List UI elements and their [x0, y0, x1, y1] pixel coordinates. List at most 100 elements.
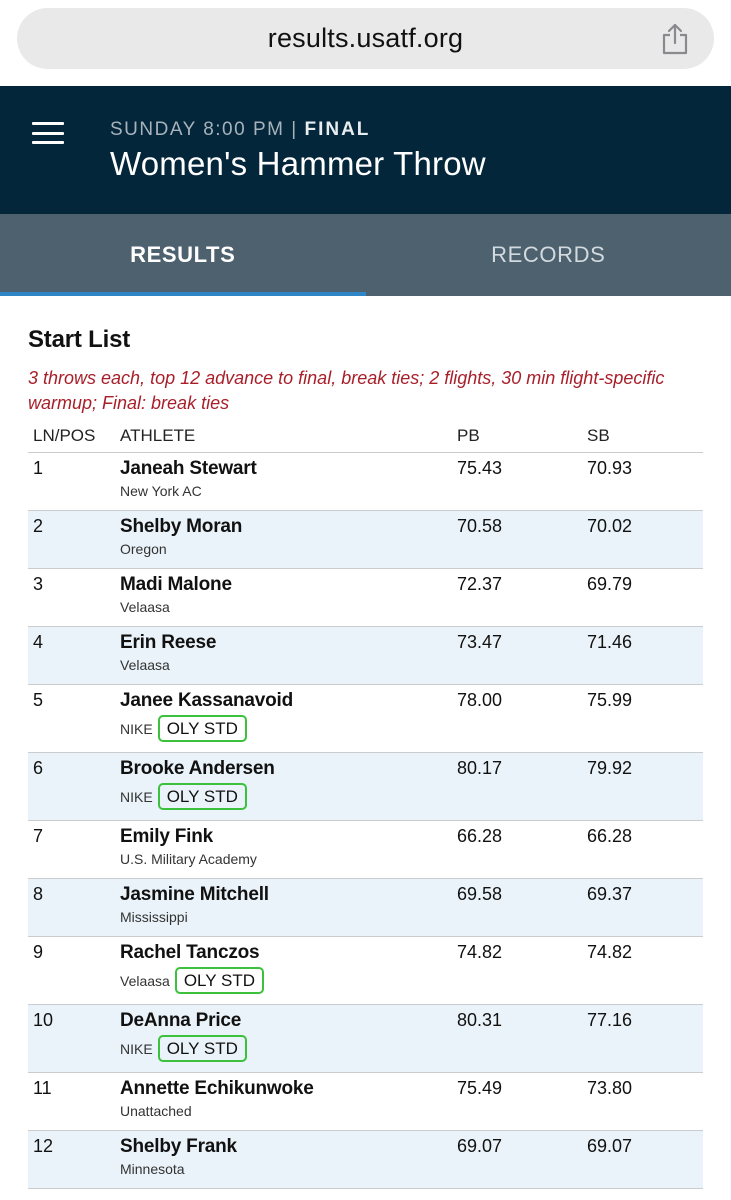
event-status: FINAL — [304, 119, 371, 140]
athlete-cell: Madi Malone Velaasa — [120, 569, 457, 626]
athlete-name[interactable]: Annette Echikunwoke — [120, 1078, 457, 1100]
table-row[interactable]: 2 Shelby Moran Oregon 70.58 70.02 — [28, 511, 703, 569]
season-best: 69.79 — [587, 574, 633, 594]
athlete-cell: Erin Reese Velaasa — [120, 627, 457, 684]
personal-best: 66.28 — [457, 826, 503, 846]
athlete-name[interactable]: Erin Reese — [120, 632, 457, 654]
athlete-cell: Emily Fink U.S. Military Academy — [120, 821, 457, 878]
athlete-affiliation: Velaasa — [120, 599, 457, 615]
personal-best: 80.17 — [457, 758, 503, 778]
oly-std-badge: OLY STD — [157, 1035, 247, 1062]
active-tab-indicator — [0, 292, 366, 296]
event-header: SUNDAY 8:00 PM | FINAL Women's Hammer Th… — [0, 86, 731, 214]
table-row[interactable]: 3 Madi Malone Velaasa 72.37 69.79 — [28, 569, 703, 627]
athlete-cell: Janee Kassanavoid NIKE OLY STD — [120, 685, 457, 752]
athlete-name[interactable]: Emily Fink — [120, 826, 457, 848]
event-heading: SUNDAY 8:00 PM | FINAL Women's Hammer Th… — [110, 119, 486, 183]
lane-position: 12 — [33, 1136, 54, 1156]
lane-position: 11 — [33, 1078, 52, 1098]
athlete-cell: Shelby Moran Oregon — [120, 511, 457, 568]
personal-best: 72.37 — [457, 574, 503, 594]
athlete-affiliation: NIKE OLY STD — [120, 715, 457, 742]
athlete-cell: Shelby Frank Minnesota — [120, 1131, 457, 1188]
athlete-cell: Jasmine Mitchell Mississippi — [120, 879, 457, 936]
lane-position: 8 — [33, 884, 44, 904]
season-best: 74.82 — [587, 942, 633, 962]
season-best: 70.02 — [587, 516, 633, 536]
table-row[interactable]: 5 Janee Kassanavoid NIKE OLY STD 78.00 75.99 — [28, 685, 703, 753]
table-row[interactable]: 6 Brooke Andersen NIKE OLY STD 80.17 79.92 — [28, 753, 703, 821]
event-time: SUNDAY 8:00 PM | — [110, 119, 298, 140]
table-row[interactable]: 4 Erin Reese Velaasa 73.47 71.46 — [28, 627, 703, 685]
table-row[interactable]: 9 Rachel Tanczos Velaasa OLY STD 74.82 74.82 — [28, 937, 703, 1005]
format-note: 3 throws each, top 12 advance to final, … — [28, 368, 665, 413]
personal-best: 74.82 — [457, 942, 503, 962]
event-title: Women's Hammer Throw — [110, 145, 486, 182]
season-best: 69.07 — [587, 1136, 633, 1156]
lane-position: 7 — [33, 826, 44, 846]
athlete-affiliation: Mississippi — [120, 909, 457, 925]
athlete-team: New York AC — [120, 483, 202, 499]
table-row[interactable]: 12 Shelby Frank Minnesota 69.07 69.07 — [28, 1131, 703, 1189]
table-row[interactable]: 1 Janeah Stewart New York AC 75.43 70.93 — [28, 453, 703, 511]
athlete-name[interactable]: Janee Kassanavoid — [120, 690, 457, 712]
athlete-team: Velaasa — [120, 972, 170, 989]
athlete-name[interactable]: Shelby Frank — [120, 1136, 457, 1158]
lane-position: 1 — [33, 458, 44, 478]
athlete-affiliation: Velaasa OLY STD — [120, 967, 457, 994]
season-best: 69.37 — [587, 884, 633, 904]
season-best: 70.93 — [587, 458, 633, 478]
column-header-sb: SB — [587, 425, 610, 445]
athlete-team: Mississippi — [120, 909, 188, 925]
athlete-name[interactable]: DeAnna Price — [120, 1010, 457, 1032]
athlete-name[interactable]: Brooke Andersen — [120, 758, 457, 780]
athlete-team: Velaasa — [120, 599, 170, 615]
athlete-name[interactable]: Janeah Stewart — [120, 458, 457, 480]
athlete-team: Oregon — [120, 541, 167, 557]
athlete-name[interactable]: Jasmine Mitchell — [120, 884, 457, 906]
column-header-pos: LN/POS — [33, 425, 96, 445]
athlete-cell: Annette Echikunwoke Unattached — [120, 1073, 457, 1130]
tab-results[interactable]: RESULTS — [0, 214, 366, 296]
athlete-name[interactable]: Madi Malone — [120, 574, 457, 596]
table-row[interactable]: 7 Emily Fink U.S. Military Academy 66.28 66.… — [28, 821, 703, 879]
season-best: 66.28 — [587, 826, 633, 846]
table-row[interactable]: 10 DeAnna Price NIKE OLY STD 80.31 77.16 — [28, 1005, 703, 1073]
season-best: 75.99 — [587, 690, 633, 710]
lane-position: 6 — [33, 758, 44, 778]
athlete-team: Minnesota — [120, 1161, 185, 1177]
athlete-affiliation: NIKE OLY STD — [120, 783, 457, 810]
athlete-name[interactable]: Rachel Tanczos — [120, 942, 457, 964]
hamburger-menu-icon[interactable] — [32, 122, 64, 144]
start-list-section: Start List 3 throws each, top 12 advance… — [0, 296, 731, 1189]
lane-position: 2 — [33, 516, 44, 536]
url-text[interactable]: results.usatf.org — [268, 23, 464, 54]
table-row[interactable]: 8 Jasmine Mitchell Mississippi 69.58 69.37 — [28, 879, 703, 937]
tab-bar: RESULTS RECORDS — [0, 214, 731, 296]
browser-bar: results.usatf.org — [0, 0, 731, 86]
athlete-cell: Rachel Tanczos Velaasa OLY STD — [120, 937, 457, 1004]
oly-std-badge: OLY STD — [157, 715, 247, 742]
athlete-affiliation: Velaasa — [120, 657, 457, 673]
lane-position: 4 — [33, 632, 44, 652]
section-title: Start List — [28, 326, 131, 353]
table-body: 1 Janeah Stewart New York AC 75.43 70.93 2 She… — [28, 453, 703, 1189]
season-best: 71.46 — [587, 632, 633, 652]
season-best: 77.16 — [587, 1010, 633, 1030]
athlete-team: Velaasa — [120, 657, 170, 673]
share-icon[interactable] — [660, 22, 690, 56]
athlete-team: NIKE — [120, 788, 153, 805]
personal-best: 78.00 — [457, 690, 503, 710]
oly-std-badge: OLY STD — [174, 967, 264, 994]
athlete-affiliation: Minnesota — [120, 1161, 457, 1177]
start-list-table: LN/POS ATHLETE PB SB 1 Janeah Stewart New … — [28, 419, 703, 1189]
tab-records[interactable]: RECORDS — [366, 214, 731, 296]
address-bar[interactable]: results.usatf.org — [17, 8, 714, 69]
event-meta: SUNDAY 8:00 PM | FINAL — [110, 119, 486, 141]
table-row[interactable]: 11 Annette Echikunwoke Unattached 75.49 73.8… — [28, 1073, 703, 1131]
personal-best: 75.43 — [457, 458, 503, 478]
season-best: 79.92 — [587, 758, 633, 778]
oly-std-badge: OLY STD — [157, 783, 247, 810]
column-header-athlete: ATHLETE — [120, 425, 196, 445]
athlete-name[interactable]: Shelby Moran — [120, 516, 457, 538]
